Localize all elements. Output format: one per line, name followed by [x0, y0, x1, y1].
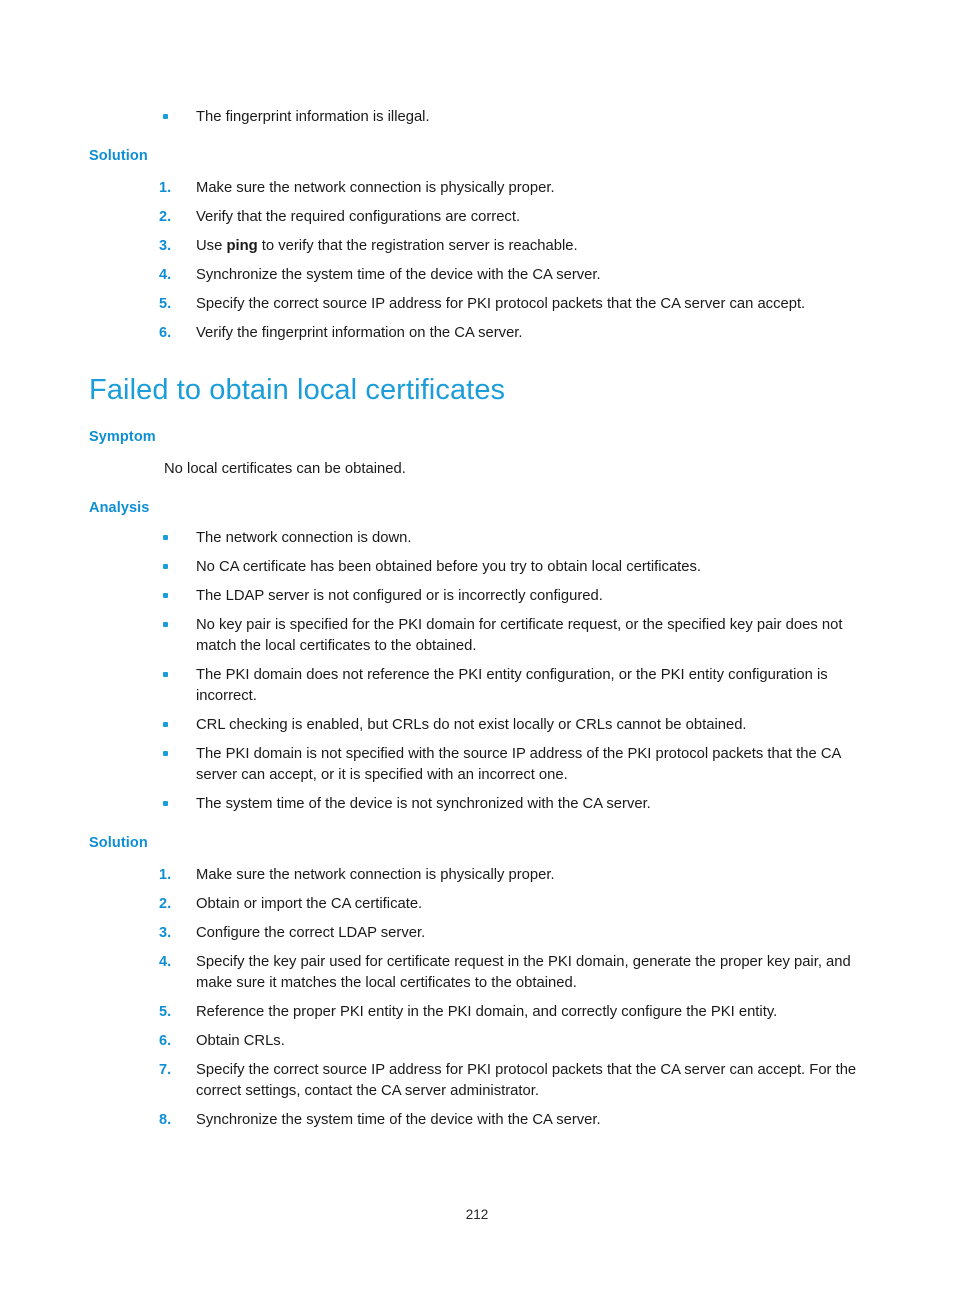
step-text: Specify the key pair used for certificat… [196, 954, 851, 992]
step-text-before: Use [196, 238, 227, 255]
page-content: The fingerprint information is illegal. … [89, 96, 869, 1131]
step-text: Reference the proper PKI entity in the P… [196, 1004, 778, 1021]
list-item: 3. Use ping to verify that the registrat… [89, 236, 869, 257]
step-number: 1. [159, 867, 172, 884]
list-item: 5. Reference the proper PKI entity in th… [89, 1002, 869, 1023]
list-item: 8. Synchronize the system time of the de… [89, 1110, 869, 1131]
list-item: No CA certificate has been obtained befo… [89, 557, 869, 578]
list-item: CRL checking is enabled, but CRLs do not… [89, 715, 869, 736]
bullet-text: CRL checking is enabled, but CRLs do not… [196, 716, 747, 733]
solution-steps-first: 1. Make sure the network connection is p… [89, 178, 869, 344]
step-number: 4. [159, 267, 172, 284]
list-item: The system time of the device is not syn… [89, 794, 869, 815]
step-text: Specify the correct source IP address fo… [196, 296, 806, 313]
bullet-icon [163, 592, 168, 598]
symptom-heading: Symptom [89, 428, 156, 445]
list-item: 1. Make sure the network connection is p… [89, 178, 869, 199]
bullet-text: The PKI domain is not specified with the… [196, 745, 841, 783]
step-text: Configure the correct LDAP server. [196, 925, 426, 942]
analysis-bullet-list: The network connection is down. No CA ce… [89, 528, 869, 815]
step-number: 5. [159, 296, 172, 313]
step-number: 3. [159, 925, 172, 942]
bullet-text: The system time of the device is not syn… [196, 795, 651, 812]
bullet-icon [163, 114, 168, 119]
document-page: The fingerprint information is illegal. … [0, 0, 954, 1296]
bullet-text: No key pair is specified for the PKI dom… [196, 616, 843, 654]
list-item: 4. Specify the key pair used for certifi… [89, 952, 869, 994]
step-number: 8. [159, 1112, 172, 1129]
list-item: 3. Configure the correct LDAP server. [89, 923, 869, 944]
bullet-icon [163, 750, 168, 756]
step-text: Obtain or import the CA certificate. [196, 896, 423, 913]
list-item: 2. Obtain or import the CA certificate. [89, 894, 869, 915]
step-number: 6. [159, 325, 172, 342]
step-text: Make sure the network connection is phys… [196, 180, 555, 197]
bullet-icon [163, 800, 168, 806]
step-number: 5. [159, 1004, 172, 1021]
list-item: The fingerprint information is illegal. [89, 107, 869, 128]
list-item: 1. Make sure the network connection is p… [89, 865, 869, 886]
step-number: 2. [159, 896, 172, 913]
solution-heading: Solution [89, 834, 148, 851]
step-number: 1. [159, 180, 172, 197]
bullet-text: The LDAP server is not configured or is … [196, 587, 603, 604]
step-number: 4. [159, 954, 172, 971]
step-number: 6. [159, 1033, 172, 1050]
step-text-after: to verify that the registration server i… [257, 238, 578, 255]
list-item: The PKI domain does not reference the PK… [89, 665, 869, 707]
bullet-icon [163, 621, 168, 627]
list-item: 2. Verify that the required configuratio… [89, 207, 869, 228]
analysis-heading: Analysis [89, 499, 150, 516]
step-text: Make sure the network connection is phys… [196, 867, 555, 884]
step-text: Specify the correct source IP address fo… [196, 1062, 857, 1100]
step-text: Verify that the required configurations … [196, 209, 521, 226]
list-item: 7. Specify the correct source IP address… [89, 1060, 869, 1102]
step-number: 2. [159, 209, 172, 226]
solution-heading-first: Solution [89, 148, 148, 164]
list-item: 6. Verify the fingerprint information on… [89, 323, 869, 344]
page-title: Failed to obtain local certificates [89, 374, 506, 407]
bullet-icon [163, 721, 168, 727]
list-item: 5. Specify the correct source IP address… [89, 294, 869, 315]
list-item: The network connection is down. [89, 528, 869, 549]
list-item: The PKI domain is not specified with the… [89, 744, 869, 786]
step-text: Synchronize the system time of the devic… [196, 267, 601, 284]
symptom-text: No local certificates can be obtained. [164, 461, 406, 478]
bullet-icon [163, 671, 168, 677]
solution-steps: 1. Make sure the network connection is p… [89, 865, 869, 1131]
bullet-text: The PKI domain does not reference the PK… [196, 666, 828, 704]
bullet-text: The network connection is down. [196, 529, 412, 546]
step-text: Obtain CRLs. [196, 1033, 285, 1050]
bullet-icon [163, 563, 168, 569]
page-number: 212 [465, 1207, 489, 1222]
list-item: 4. Synchronize the system time of the de… [89, 265, 869, 286]
step-number: 3. [159, 238, 172, 255]
step-number: 7. [159, 1062, 172, 1079]
list-item: 6. Obtain CRLs. [89, 1031, 869, 1052]
step-text: Verify the fingerprint information on th… [196, 325, 523, 342]
list-item: No key pair is specified for the PKI dom… [89, 615, 869, 657]
step-text: Synchronize the system time of the devic… [196, 1112, 601, 1129]
bullet-text: No CA certificate has been obtained befo… [196, 558, 702, 575]
bullet-text: The fingerprint information is illegal. [196, 109, 430, 125]
bullet-icon [163, 534, 168, 540]
list-item: The LDAP server is not configured or is … [89, 586, 869, 607]
step-text-bold-command: ping [226, 238, 258, 255]
top-bullet-list: The fingerprint information is illegal. [89, 107, 869, 128]
